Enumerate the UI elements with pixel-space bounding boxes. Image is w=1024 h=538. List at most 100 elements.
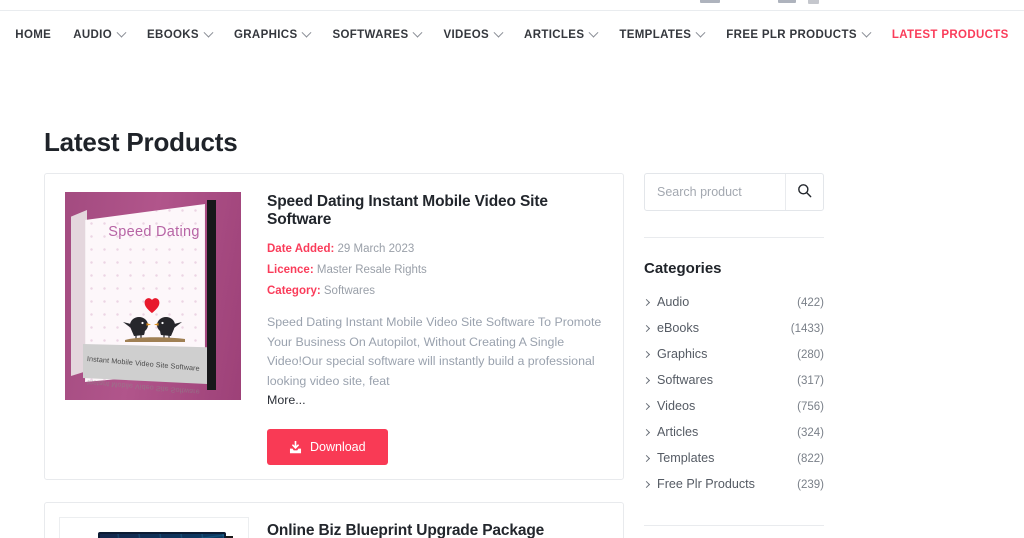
product-title[interactable]: Speed Dating Instant Mobile Video Site S… [267, 193, 607, 229]
category-label-wrap: Free Plr Products [642, 477, 755, 491]
product-card[interactable]: Online BIZ BLUEPRINT Online Biz Blueprin… [44, 502, 624, 538]
nav-item-graphics[interactable]: GRAPHICS [223, 27, 322, 41]
search-button[interactable] [785, 174, 823, 210]
chevron-right-icon [642, 454, 651, 463]
product-category: Category: Softwares [267, 285, 607, 297]
artwork-screen: Online BIZ BLUEPRINT [98, 532, 226, 538]
download-icon [289, 440, 302, 454]
sidebar: Categories Audio (422) eBooks (1433) [642, 173, 824, 538]
chevron-down-icon [413, 27, 423, 38]
category-item-ebooks[interactable]: eBooks (1433) [642, 317, 824, 343]
product-description: Speed Dating Instant Mobile Video Site S… [267, 315, 602, 388]
meta-value: Softwares [323, 285, 376, 297]
nav-item-articles[interactable]: ARTICLES [513, 27, 608, 41]
chevron-down-icon [695, 27, 706, 38]
chevron-right-icon [642, 376, 651, 385]
chevron-down-icon [302, 27, 312, 38]
categories-heading: Categories [644, 260, 722, 277]
nav-item-softwares[interactable]: SOFTWARES [321, 27, 432, 41]
category-item-videos[interactable]: Videos (756) [642, 395, 824, 421]
download-button[interactable]: Download [267, 429, 388, 465]
category-item-articles[interactable]: Articles (324) [642, 421, 824, 447]
nav-label: GRAPHICS [233, 29, 298, 41]
nav-item-free-plr-products[interactable]: FREE PLR PRODUCTS [715, 27, 881, 41]
category-name: Audio [657, 295, 690, 309]
category-label-wrap: Audio [642, 295, 690, 309]
category-item-free-plr-products[interactable]: Free Plr Products (239) [642, 473, 824, 499]
more-link[interactable]: More... [267, 393, 306, 407]
category-count: (1433) [790, 323, 824, 335]
product-search[interactable] [644, 173, 824, 211]
category-count: (280) [797, 349, 824, 361]
category-count: (422) [797, 297, 824, 309]
category-label-wrap: Softwares [642, 373, 713, 387]
category-count: (756) [797, 401, 824, 413]
chevron-right-icon [642, 480, 651, 489]
product-card[interactable]: Speed Dating Instant Mobile Video Site S… [44, 173, 624, 480]
category-name: Softwares [657, 373, 713, 387]
nav-item-home[interactable]: HOME [4, 29, 62, 41]
categories-list: Audio (422) eBooks (1433) Graphics (280)… [642, 291, 824, 499]
meta-label: Category: [267, 285, 321, 297]
nav-label: VIDEOS [443, 29, 490, 41]
page-content: Latest Products Speed Dating Instant Mob… [0, 59, 1024, 538]
cut-off-element-2 [778, 0, 796, 3]
category-count: (324) [797, 427, 824, 439]
cut-off-element-1 [700, 0, 720, 3]
nav-label: SOFTWARES [332, 29, 409, 41]
love-birds-icon [119, 298, 189, 342]
product-licence: Licence: Master Resale Rights [267, 264, 607, 276]
product-list: Speed Dating Instant Mobile Video Site S… [44, 173, 624, 538]
product-thumbnail[interactable]: Online BIZ BLUEPRINT [59, 517, 249, 538]
nav-item-audio[interactable]: AUDIO [62, 27, 136, 41]
chevron-right-icon [642, 402, 651, 411]
artwork-grid-pattern [100, 534, 224, 538]
category-label-wrap: Videos [642, 399, 696, 413]
search-input[interactable] [645, 185, 785, 199]
page-root: HOME AUDIO EBOOKS GRAPHICS SOFTWARES VID… [0, 0, 1024, 538]
chevron-down-icon [588, 27, 599, 38]
chevron-down-icon [203, 27, 214, 38]
nav-item-ebooks[interactable]: EBOOKS [136, 27, 223, 41]
cut-off-element-3 [808, 0, 819, 4]
meta-label: Date Added: [267, 243, 335, 255]
category-label-wrap: Articles [642, 425, 699, 439]
chevron-right-icon [642, 298, 651, 307]
download-button-label: Download [310, 440, 366, 454]
category-label-wrap: eBooks [642, 321, 699, 335]
page-title: Latest Products [44, 127, 238, 157]
sidebar-divider [644, 525, 824, 526]
category-count: (822) [797, 453, 824, 465]
product-details: Speed Dating Instant Mobile Video Site S… [267, 188, 607, 465]
nav-label: LATEST PRODUCTS [891, 29, 1009, 41]
nav-item-videos[interactable]: VIDEOS [432, 27, 513, 41]
category-label-wrap: Templates [642, 451, 714, 465]
main-navigation: HOME AUDIO EBOOKS GRAPHICS SOFTWARES VID… [0, 11, 1024, 59]
meta-value: 29 March 2023 [337, 243, 415, 255]
nav-item-latest-products[interactable]: LATEST PRODUCTS [881, 29, 1020, 41]
chevron-right-icon [642, 428, 651, 437]
sidebar-divider [644, 237, 824, 238]
category-name: Articles [657, 425, 699, 439]
product-details: Online Biz Blueprint Upgrade Package Dat… [267, 517, 607, 538]
speed-dating-box-artwork: Speed Dating Instant Mobile Video Site S… [59, 188, 249, 402]
meta-label: Licence: [267, 264, 314, 276]
chevron-right-icon [642, 324, 651, 333]
category-name: Graphics [657, 347, 708, 361]
category-item-audio[interactable]: Audio (422) [642, 291, 824, 317]
product-title[interactable]: Online Biz Blueprint Upgrade Package [267, 522, 607, 538]
category-item-templates[interactable]: Templates (822) [642, 447, 824, 473]
nav-label: AUDIO [73, 29, 113, 41]
artwork-title: Speed Dating [108, 224, 200, 240]
meta-value: Master Resale Rights [316, 264, 427, 276]
chevron-right-icon [642, 350, 651, 359]
category-item-graphics[interactable]: Graphics (280) [642, 343, 824, 369]
nav-label: ARTICLES [524, 29, 585, 41]
nav-item-templates[interactable]: TEMPLATES [608, 27, 715, 41]
chevron-down-icon [861, 27, 872, 38]
nav-label: HOME [15, 29, 52, 41]
product-thumbnail[interactable]: Speed Dating Instant Mobile Video Site S… [59, 188, 249, 465]
nav-label: FREE PLR PRODUCTS [726, 29, 857, 41]
category-name: Videos [657, 399, 696, 413]
category-item-softwares[interactable]: Softwares (317) [642, 369, 824, 395]
